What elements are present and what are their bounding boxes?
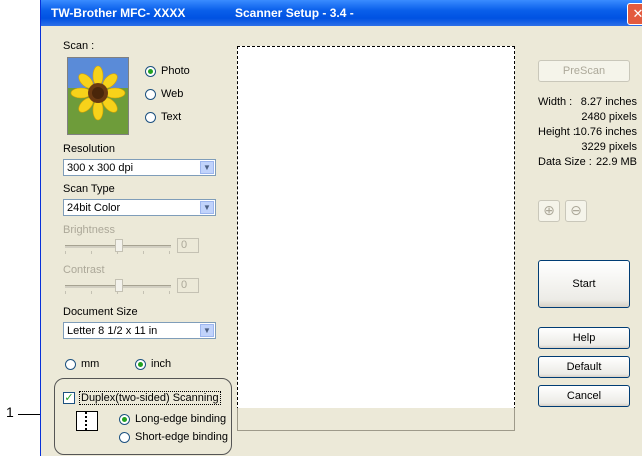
sunflower-icon <box>68 58 128 134</box>
callout-number: 1 <box>6 404 14 420</box>
unit-mm-label[interactable]: mm <box>81 358 99 370</box>
document-size-value: Letter 8 1/2 x 11 in <box>67 325 158 337</box>
scan-label: Scan : <box>63 40 95 52</box>
resolution-select[interactable]: 300 x 300 dpi ▼ <box>63 159 216 176</box>
help-button[interactable]: Help <box>538 327 630 349</box>
brightness-value-field[interactable]: 0 <box>177 238 199 253</box>
chevron-down-icon[interactable]: ▼ <box>200 201 214 214</box>
cancel-button[interactable]: Cancel <box>538 385 630 407</box>
scan-web-radio[interactable] <box>145 89 156 100</box>
contrast-label: Contrast <box>63 264 105 276</box>
scan-type-select[interactable]: 24bit Color ▼ <box>63 199 216 216</box>
scan-mode-image <box>67 57 129 135</box>
width-value: 8.27 inches <box>580 96 637 108</box>
chevron-down-icon[interactable]: ▼ <box>200 161 214 174</box>
scan-photo-radio[interactable] <box>145 66 156 77</box>
data-size-value: 22.9 MB <box>596 156 637 168</box>
unit-inch-radio[interactable] <box>135 359 146 370</box>
app-title: TW-Brother MFC- XXXX <box>51 6 186 20</box>
chevron-down-icon[interactable]: ▼ <box>200 324 214 337</box>
prescan-button[interactable]: PreScan <box>538 60 630 82</box>
scan-type-value: 24bit Color <box>67 202 121 214</box>
width-label: Width : <box>538 96 573 108</box>
scan-photo-label[interactable]: Photo <box>161 65 190 77</box>
data-size-label: Data Size : <box>538 156 592 168</box>
scan-type-label: Scan Type <box>63 183 115 195</box>
default-button[interactable]: Default <box>538 356 630 378</box>
zoom-out-icon[interactable]: ⊖ <box>565 200 587 222</box>
close-button[interactable]: ✕ <box>627 3 642 25</box>
scan-web-label[interactable]: Web <box>161 88 183 100</box>
height-value: 10.76 inches <box>574 126 637 138</box>
binding-icon <box>76 411 98 431</box>
zoom-in-icon[interactable]: ⊕ <box>538 200 560 222</box>
document-size-select[interactable]: Letter 8 1/2 x 11 in ▼ <box>63 322 216 339</box>
preview-area[interactable] <box>237 46 515 410</box>
width-pixels: 2480 pixels <box>581 111 637 123</box>
contrast-slider[interactable] <box>65 279 171 294</box>
brightness-slider[interactable] <box>65 239 171 254</box>
scan-text-label[interactable]: Text <box>161 111 181 123</box>
unit-mm-radio[interactable] <box>65 359 76 370</box>
height-pixels: 3229 pixels <box>581 141 637 153</box>
preview-status-strip <box>237 408 515 431</box>
document-size-label: Document Size <box>63 306 138 318</box>
start-button[interactable]: Start <box>538 260 630 308</box>
brightness-label: Brightness <box>63 224 115 236</box>
title-bar[interactable]: TW-Brother MFC- XXXX Scanner Setup - 3.4… <box>41 0 642 26</box>
height-label: Height : <box>538 126 576 138</box>
resolution-value: 300 x 300 dpi <box>67 162 134 174</box>
unit-inch-label[interactable]: inch <box>151 358 171 370</box>
dialog-title: Scanner Setup - 3.4 - <box>235 6 354 20</box>
scan-text-radio[interactable] <box>145 112 156 123</box>
contrast-value-field[interactable]: 0 <box>177 278 199 293</box>
resolution-label: Resolution <box>63 143 115 155</box>
